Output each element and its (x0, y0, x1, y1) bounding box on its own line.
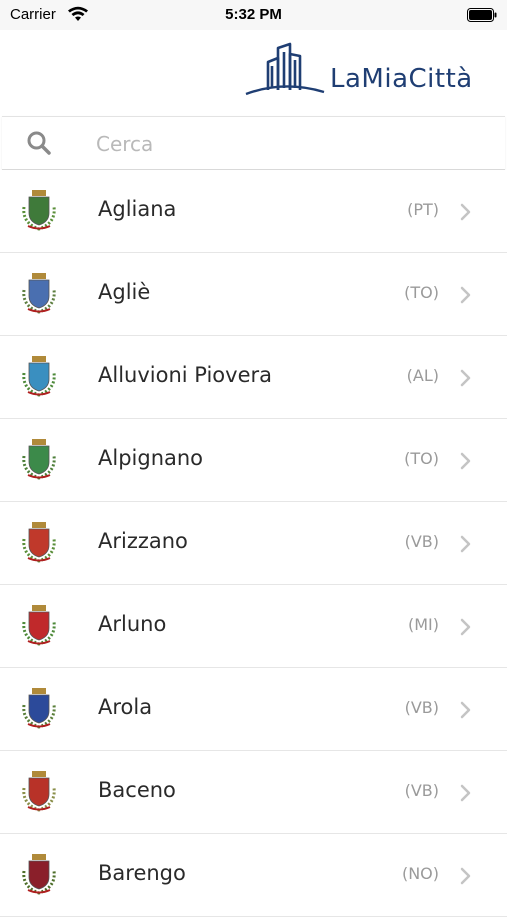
coat-of-arms-icon (22, 439, 56, 480)
city-name: Arizzano (98, 529, 188, 553)
coat-of-arms-icon (22, 273, 56, 314)
city-row[interactable]: Barengo (NO) (0, 834, 507, 917)
chevron-right-icon (460, 618, 471, 636)
province-code: (TO) (404, 449, 439, 468)
brand-name: LaMiaCittà (330, 64, 473, 94)
city-name: Alluvioni Piovera (98, 363, 273, 387)
app-header: LaMiaCittà (0, 30, 507, 116)
province-code: (VB) (404, 698, 439, 717)
province-code: (AL) (406, 366, 439, 385)
chevron-right-icon (460, 535, 471, 553)
city-list: Agliana (PT) Agliè (TO) Alluvioni Piovera (AL… (0, 170, 507, 917)
city-name: Arluno (98, 612, 167, 636)
city-row[interactable]: Alpignano (TO) (0, 419, 507, 502)
status-bar: Carrier 5:32 PM (0, 0, 507, 30)
city-name: Baceno (98, 778, 176, 802)
city-name: Agliè (98, 280, 151, 304)
city-row[interactable]: Arizzano (VB) (0, 502, 507, 585)
chevron-right-icon (460, 784, 471, 802)
coat-of-arms-icon (22, 605, 56, 646)
clock: 5:32 PM (225, 6, 282, 23)
city-row[interactable]: Baceno (VB) (0, 751, 507, 834)
coat-of-arms-icon (22, 356, 56, 397)
city-row[interactable]: Agliana (PT) (0, 170, 507, 253)
chevron-right-icon (460, 203, 471, 221)
city-name: Agliana (98, 197, 177, 221)
city-name: Barengo (98, 861, 186, 885)
city-row[interactable]: Alluvioni Piovera (AL) (0, 336, 507, 419)
coat-of-arms-icon (22, 522, 56, 563)
chevron-right-icon (460, 286, 471, 304)
search-bar (2, 116, 505, 170)
chevron-right-icon (460, 369, 471, 387)
province-code: (TO) (404, 283, 439, 302)
chevron-right-icon (460, 452, 471, 470)
chevron-right-icon (460, 867, 471, 885)
search-input[interactable] (94, 127, 488, 161)
coat-of-arms-icon (22, 771, 56, 812)
coat-of-arms-icon (22, 688, 56, 729)
province-code: (VB) (404, 781, 439, 800)
battery-icon (467, 8, 497, 22)
search-icon (27, 131, 51, 155)
coat-of-arms-icon (22, 854, 56, 895)
province-code: (NO) (401, 864, 439, 883)
city-row[interactable]: Arola (VB) (0, 668, 507, 751)
city-name: Alpignano (98, 446, 204, 470)
city-row[interactable]: Agliè (TO) (0, 253, 507, 336)
chevron-right-icon (460, 701, 471, 719)
city-row[interactable]: Arluno (MI) (0, 585, 507, 668)
province-code: (VB) (404, 532, 439, 551)
city-name: Arola (98, 695, 153, 719)
province-code: (PT) (407, 200, 439, 219)
province-code: (MI) (407, 615, 439, 634)
coat-of-arms-icon (22, 190, 56, 231)
